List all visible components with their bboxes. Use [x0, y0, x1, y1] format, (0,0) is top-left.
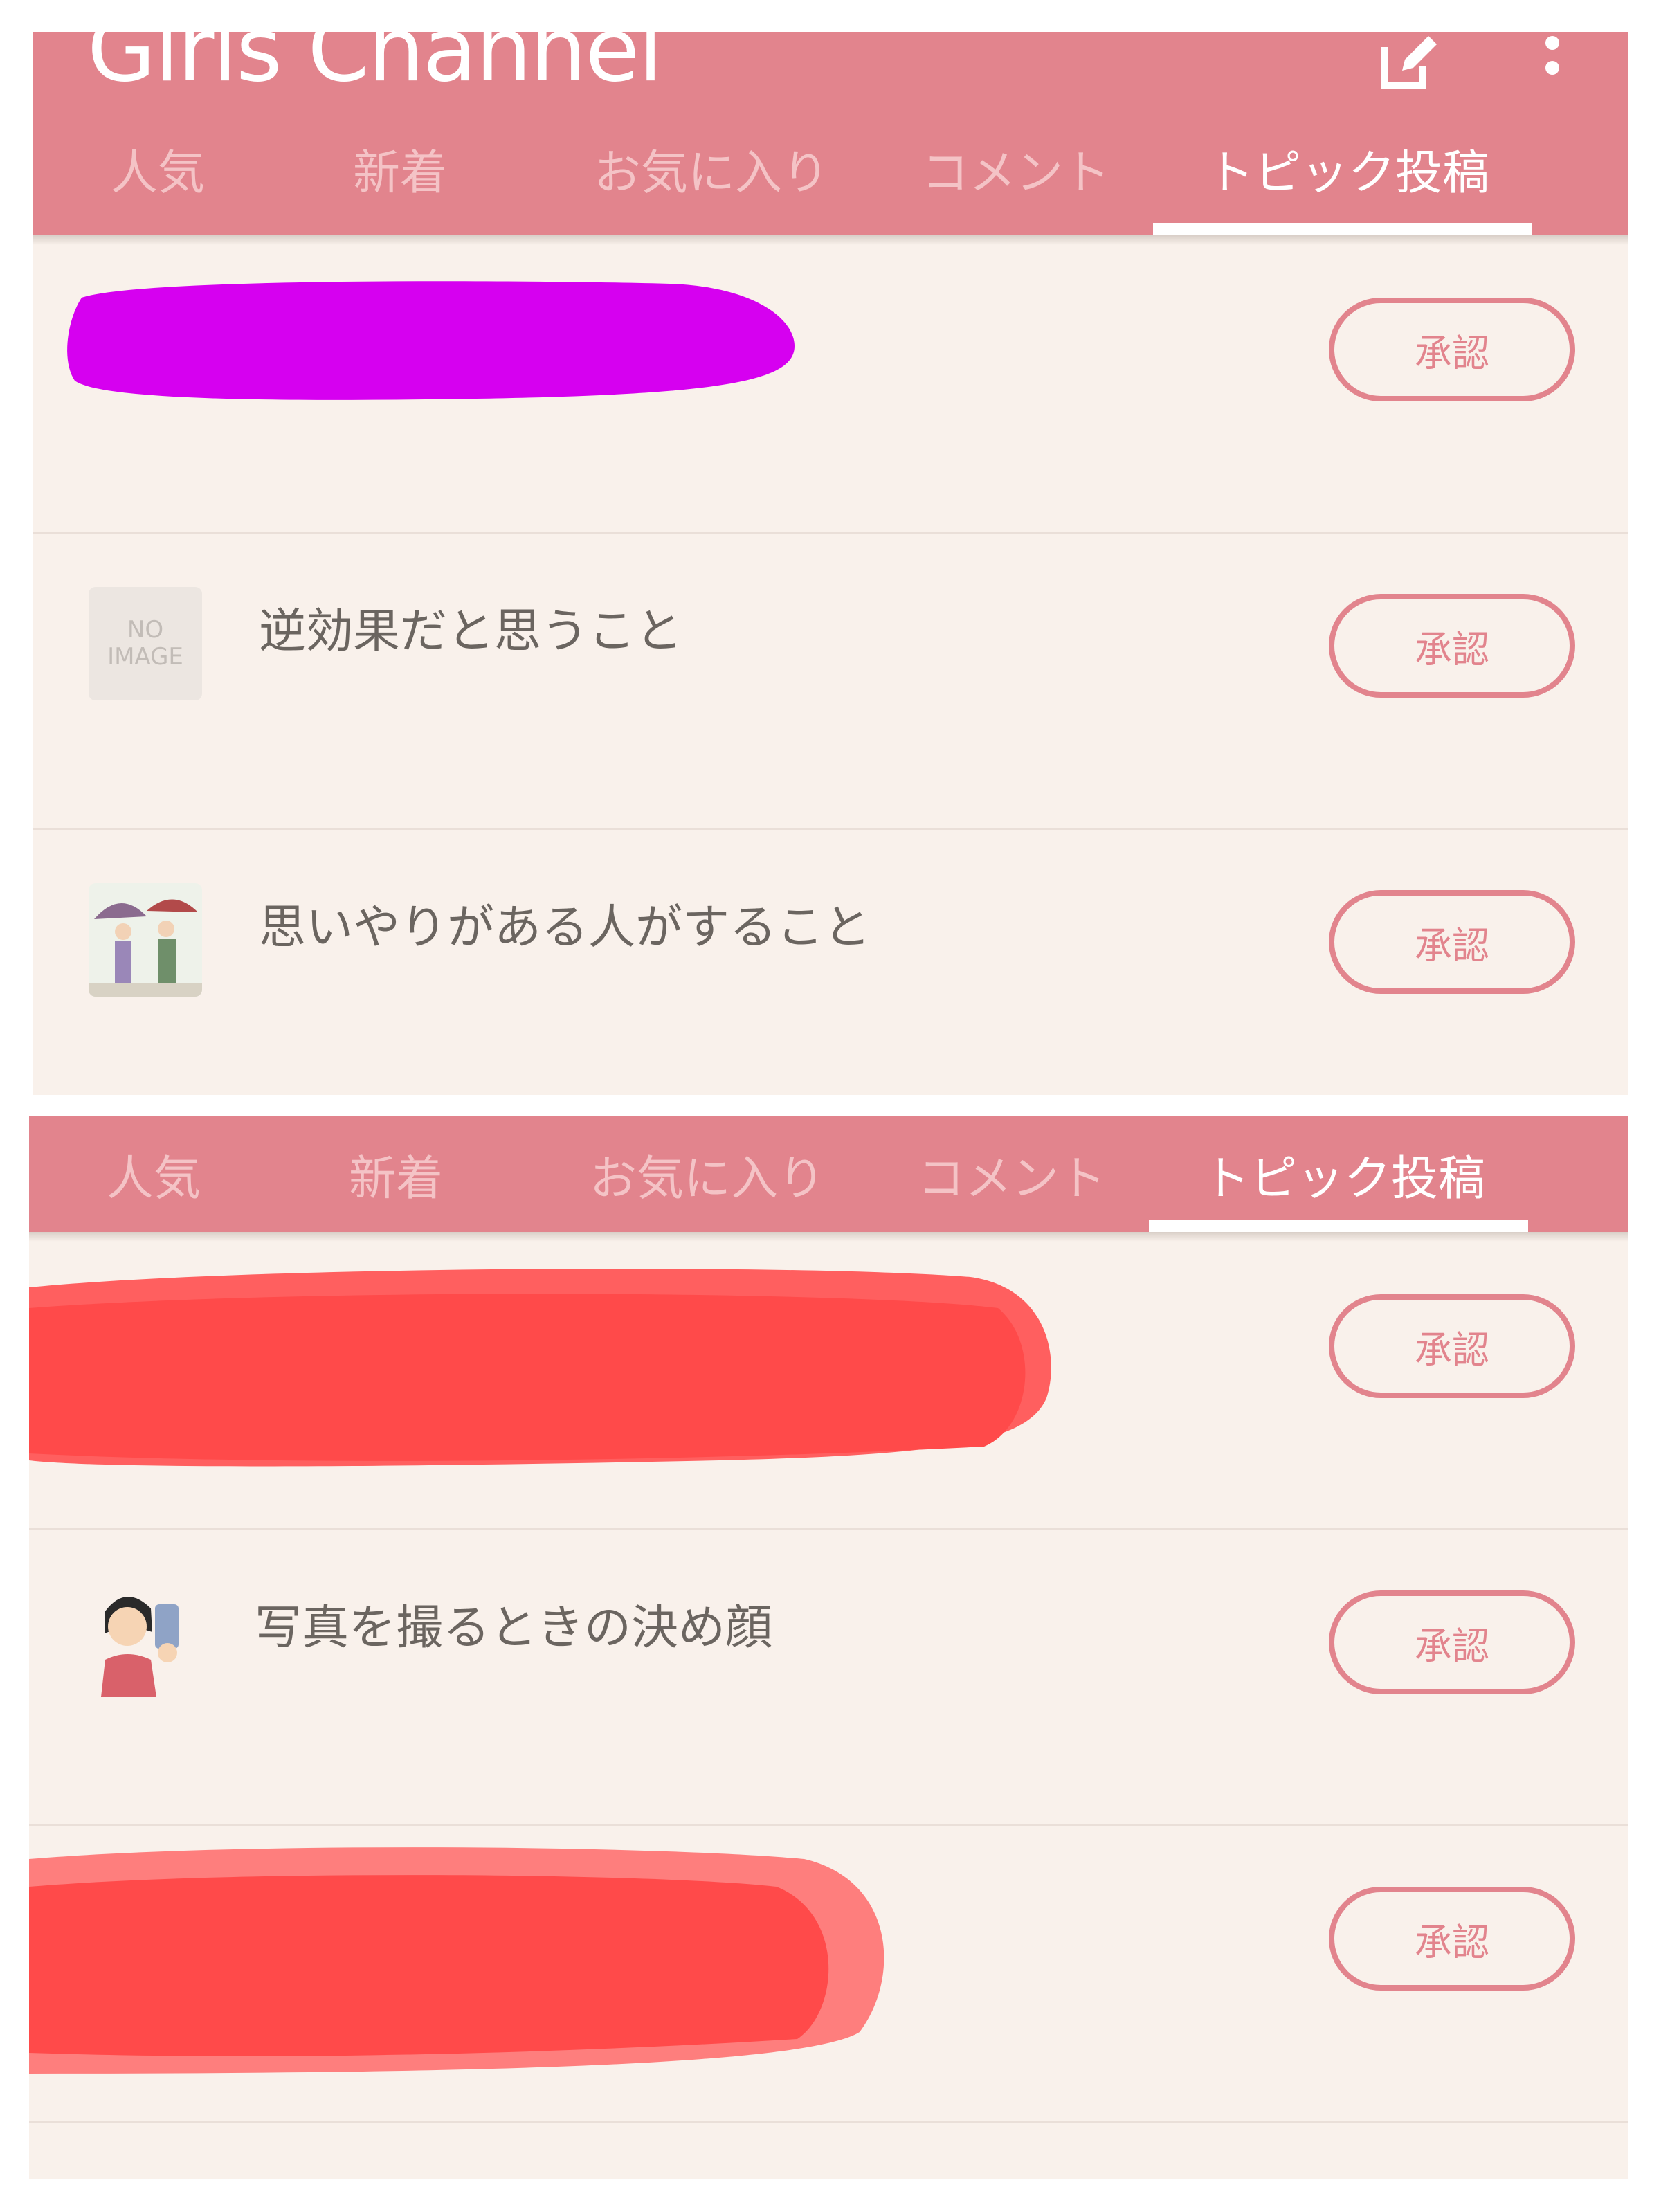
redaction-mark [29, 1847, 884, 2074]
compose-icon[interactable] [1374, 32, 1444, 96]
no-image-text-line2: IMAGE [107, 643, 183, 671]
couple-umbrella-image [89, 883, 202, 997]
tab-new[interactable]: 新着 [317, 101, 483, 235]
tab-comments[interactable]: コメント [901, 1116, 1123, 1232]
tab-popular[interactable]: 人気 [71, 1116, 237, 1232]
tab-topic-post[interactable]: トピック投稿 [1164, 1116, 1524, 1232]
tab-new[interactable]: 新着 [313, 1116, 479, 1232]
list-item[interactable]: 承認 [33, 235, 1628, 534]
tab-topic-post[interactable]: トピック投稿 [1168, 101, 1528, 235]
active-tab-indicator [1153, 223, 1532, 235]
more-vert-icon[interactable] [1535, 32, 1570, 101]
active-tab-indicator [1149, 1220, 1528, 1232]
no-image-thumbnail: NO IMAGE [89, 587, 202, 700]
app-title: Girls Channel [87, 32, 663, 102]
screenshot-top: Girls Channel 人気 新着 お気に入り コメント トピック投稿 承認… [33, 32, 1628, 1095]
topic-title: 思いやりがある人がすること [259, 900, 871, 955]
tab-popular[interactable]: 人気 [75, 101, 241, 235]
approve-button[interactable]: 承認 [1329, 594, 1575, 698]
redaction-mark [67, 281, 795, 400]
tab-bar: 人気 新着 お気に入り コメント トピック投稿 [33, 101, 1628, 235]
list-item[interactable]: 写真を撮るときの決め顔 承認 [29, 1528, 1628, 1826]
topic-title: 逆効果だと思うこと [259, 604, 683, 659]
approve-button[interactable]: 承認 [1329, 890, 1575, 994]
list-item[interactable]: 思いやりがある人がすること 承認 [33, 828, 1628, 1095]
tab-favorites[interactable]: お気に入り [573, 101, 850, 235]
tab-favorites[interactable]: お気に入り [569, 1116, 846, 1232]
approve-button[interactable]: 承認 [1329, 1294, 1575, 1398]
list-item[interactable]: 承認 [29, 1824, 1628, 2123]
tab-bar: 人気 新着 お気に入り コメント トピック投稿 [29, 1116, 1628, 1232]
approve-button[interactable]: 承認 [1329, 1590, 1575, 1694]
redaction-mark [29, 1269, 1051, 1467]
approve-button[interactable]: 承認 [1329, 1887, 1575, 1991]
selfie-woman-image [84, 1584, 198, 1697]
screenshot-bottom: 人気 新着 お気に入り コメント トピック投稿 承認 写真を撮るときの決め顔 承… [29, 1116, 1628, 2179]
list-item[interactable]: 承認 [29, 1232, 1628, 1530]
topic-title: 写真を撮るときの決め顔 [255, 1601, 773, 1656]
list-item[interactable]: NO IMAGE 逆効果だと思うこと 承認 [33, 532, 1628, 830]
tab-comments[interactable]: コメント [905, 101, 1127, 235]
approve-button[interactable]: 承認 [1329, 298, 1575, 401]
no-image-text-line1: NO [127, 615, 164, 644]
